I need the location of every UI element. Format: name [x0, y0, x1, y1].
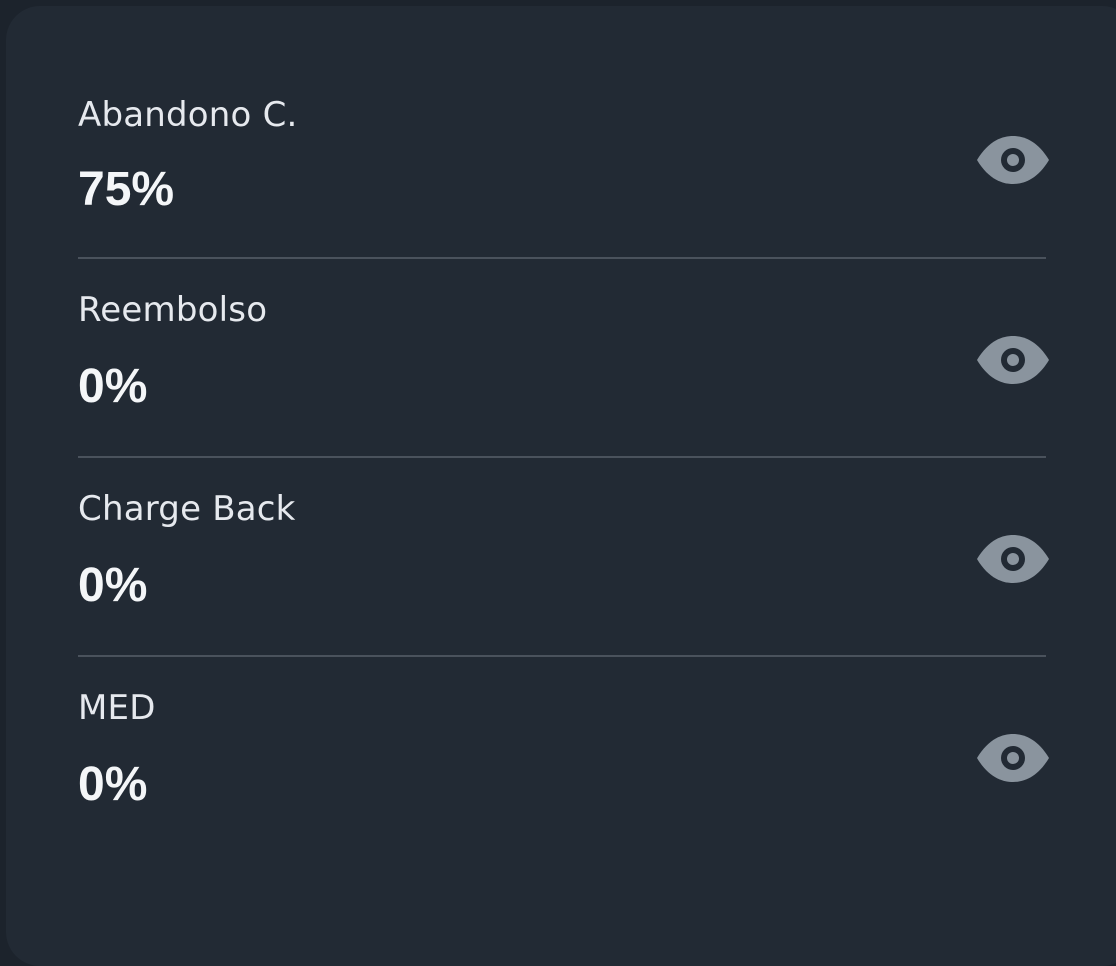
metric-label: Charge Back [78, 489, 296, 529]
metrics-card: Abandono C. 75% Reembolso 0% Charge Back… [6, 6, 1116, 966]
eye-icon [977, 734, 1049, 782]
metric-row-abandono: Abandono C. 75% [78, 58, 1049, 257]
metric-value: 0% [78, 758, 148, 811]
metric-row-charge-back: Charge Back 0% [78, 456, 1049, 655]
visibility-toggle-button[interactable] [974, 132, 1052, 188]
eye-icon [977, 336, 1049, 384]
metric-label: MED [78, 688, 156, 728]
metric-value: 0% [78, 360, 148, 413]
visibility-toggle-button[interactable] [974, 531, 1052, 587]
metric-list: Abandono C. 75% Reembolso 0% Charge Back… [78, 58, 1049, 854]
eye-icon [977, 535, 1049, 583]
visibility-toggle-button[interactable] [974, 730, 1052, 786]
visibility-toggle-button[interactable] [974, 332, 1052, 388]
metric-label: Abandono C. [78, 95, 298, 135]
metric-value: 0% [78, 559, 148, 612]
eye-icon [977, 136, 1049, 184]
metric-value: 75% [78, 163, 175, 216]
metric-label: Reembolso [78, 290, 268, 330]
metric-row-med: MED 0% [78, 655, 1049, 854]
metric-row-reembolso: Reembolso 0% [78, 257, 1049, 456]
